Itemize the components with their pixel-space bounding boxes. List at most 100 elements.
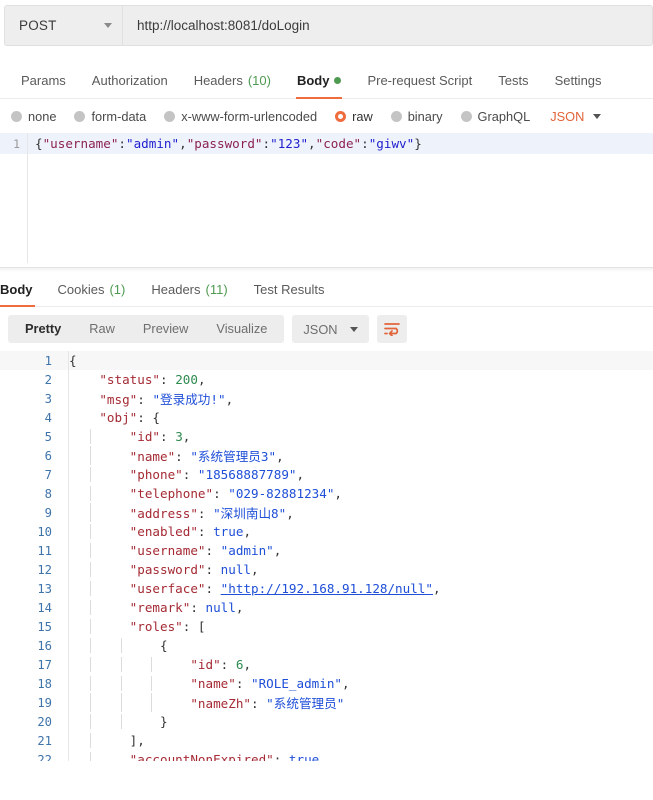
json-token: "enabled" xyxy=(130,524,198,539)
request-body-editor[interactable]: 1 {"username":"admin","password":"123","… xyxy=(0,133,653,263)
response-tab-test-results[interactable]: Test Results xyxy=(241,282,338,306)
json-token: : [ xyxy=(183,619,206,634)
json-token: "id" xyxy=(130,429,160,444)
body-token: : xyxy=(118,136,126,151)
line-number: 13 xyxy=(0,582,60,596)
response-view-mode-group: PrettyRawPreviewVisualize xyxy=(8,315,284,343)
indent-guide xyxy=(121,714,122,729)
indent-guide xyxy=(121,638,122,653)
body-token: : xyxy=(361,136,369,151)
json-token: "phone" xyxy=(130,467,183,482)
indent-guide xyxy=(121,693,122,712)
view-mode-preview[interactable]: Preview xyxy=(129,315,203,343)
indent-space xyxy=(69,392,99,407)
indent-space xyxy=(69,429,130,444)
request-tab-pre-request-script[interactable]: Pre-request Script xyxy=(354,73,485,98)
response-tab-body[interactable]: Body xyxy=(0,282,45,306)
body-type-binary[interactable]: binary xyxy=(391,109,443,124)
body-token: { xyxy=(35,136,43,151)
json-token: "name" xyxy=(130,449,176,464)
view-mode-raw[interactable]: Raw xyxy=(75,315,129,343)
json-token: , xyxy=(342,676,350,691)
json-token: ], xyxy=(130,733,145,748)
tab-label: Headers xyxy=(194,73,243,88)
view-mode-visualize[interactable]: Visualize xyxy=(202,315,281,343)
json-token: "accountNonExpired" xyxy=(130,752,274,761)
response-json-line: 5 "id": 3, xyxy=(0,427,653,446)
chevron-down-icon xyxy=(104,23,112,28)
request-tab-tests[interactable]: Tests xyxy=(485,73,541,98)
response-tab-headers[interactable]: Headers (11) xyxy=(138,282,240,306)
indent-space xyxy=(69,486,130,501)
json-token: "ROLE_admin" xyxy=(251,676,342,691)
body-type-form-data[interactable]: form-data xyxy=(74,109,146,124)
response-body-viewer[interactable]: 1{2 "status": 200,3 "msg": "登录成功!",4 "ob… xyxy=(0,351,653,761)
indent-space xyxy=(69,524,130,539)
json-token: "userface" xyxy=(130,581,206,596)
response-json-line: 12 "password": null, xyxy=(0,560,653,579)
json-token: , xyxy=(334,486,342,501)
body-type-graphql[interactable]: GraphQL xyxy=(461,109,531,124)
body-token: : xyxy=(263,136,271,151)
body-token: "admin" xyxy=(126,136,179,151)
request-url-input[interactable]: http://localhost:8081/doLogin xyxy=(122,5,653,46)
line-number: 8 xyxy=(0,487,60,501)
line-number: 22 xyxy=(0,753,60,762)
json-token: : xyxy=(213,486,228,501)
response-json-line: 14 "remark": null, xyxy=(0,598,653,617)
body-type-x-www-form-urlencoded[interactable]: x-www-form-urlencoded xyxy=(164,109,317,124)
radio-button-icon xyxy=(164,111,175,122)
json-token: , xyxy=(286,506,294,521)
body-type-label: x-www-form-urlencoded xyxy=(181,109,317,124)
indent-space xyxy=(69,600,130,615)
indent-space xyxy=(69,543,130,558)
json-token: "深圳南山8" xyxy=(213,506,286,521)
json-token: "address" xyxy=(130,506,198,521)
response-json-line: 22 "accountNonExpired": true, xyxy=(0,750,653,761)
body-token: "123" xyxy=(270,136,308,151)
response-json-text: "roles": [ xyxy=(60,619,206,634)
radio-button-icon xyxy=(391,111,402,122)
view-mode-pretty[interactable]: Pretty xyxy=(11,315,75,343)
indent-guide xyxy=(121,657,122,672)
request-tab-settings[interactable]: Settings xyxy=(542,73,615,98)
json-token: null xyxy=(206,600,236,615)
indent-guide xyxy=(90,486,91,501)
indent-space xyxy=(69,581,130,596)
chevron-down-icon xyxy=(593,114,601,119)
response-format-select[interactable]: JSON xyxy=(292,315,368,343)
response-json-text: } xyxy=(60,714,168,729)
indent-guide xyxy=(90,562,91,577)
request-tab-headers[interactable]: Headers (10) xyxy=(181,73,284,98)
response-json-text: { xyxy=(60,353,77,368)
line-number: 7 xyxy=(0,468,60,482)
response-json-text: "name": "ROLE_admin", xyxy=(60,676,350,691)
line-number: 18 xyxy=(0,677,60,691)
body-type-none[interactable]: none xyxy=(11,109,56,124)
radio-button-icon xyxy=(74,111,85,122)
indent-guide xyxy=(121,676,122,691)
indent-space xyxy=(69,449,130,464)
request-body-text[interactable]: {"username":"admin","password":"123","co… xyxy=(27,136,422,151)
wrap-text-button[interactable] xyxy=(377,315,407,343)
request-tab-body[interactable]: Body xyxy=(284,73,355,98)
response-json-text: { xyxy=(60,638,168,653)
tab-label: Settings xyxy=(555,73,602,88)
json-token: "roles" xyxy=(130,619,183,634)
indent-space xyxy=(69,619,130,634)
response-json-text: ], xyxy=(60,733,145,748)
indent-guide xyxy=(90,429,91,444)
response-json-line: 18 "name": "ROLE_admin", xyxy=(0,674,653,693)
indent-guide xyxy=(90,733,91,748)
body-token: "giwv" xyxy=(369,136,415,151)
request-body-line[interactable]: 1 {"username":"admin","password":"123","… xyxy=(0,133,653,154)
json-token[interactable]: "http://192.168.91.128/null" xyxy=(221,581,433,596)
tab-count: (10) xyxy=(248,73,271,88)
body-type-raw[interactable]: raw xyxy=(335,109,373,124)
body-present-dot-icon xyxy=(334,77,341,84)
request-tab-authorization[interactable]: Authorization xyxy=(79,73,181,98)
request-tab-params[interactable]: Params xyxy=(8,73,79,98)
http-method-select[interactable]: POST xyxy=(4,5,122,46)
raw-format-select[interactable]: JSON xyxy=(550,109,601,124)
response-tab-cookies[interactable]: Cookies (1) xyxy=(45,282,139,306)
